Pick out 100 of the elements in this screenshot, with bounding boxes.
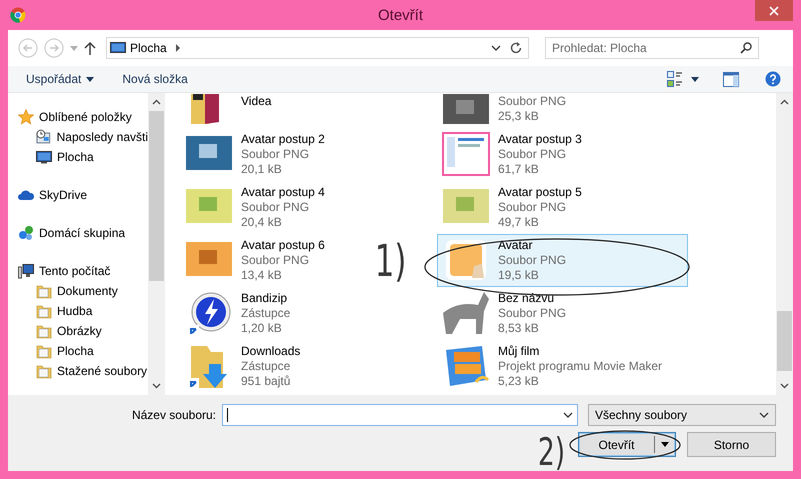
filename-field[interactable] — [222, 404, 578, 426]
organize-menu[interactable]: Uspořádat — [26, 72, 94, 86]
file-name: Avatar postup 5 — [498, 185, 582, 200]
breadcrumb[interactable]: Plocha — [130, 41, 167, 55]
sidebar-item[interactable]: Oblíbené položky — [8, 107, 148, 127]
scroll-thumb[interactable] — [777, 311, 792, 371]
file-item[interactable]: Avatar postup 6 Soubor PNG 13,4 kB — [180, 234, 328, 287]
new-folder-button[interactable]: Nová složka — [122, 72, 188, 86]
recent-places-icon — [36, 129, 52, 145]
file-size: 61,7 kB — [498, 162, 540, 177]
file-size: 1,20 kB — [241, 321, 283, 336]
preview-pane-icon[interactable] — [723, 72, 739, 86]
file-size: 8,53 kB — [498, 321, 540, 336]
dropdown-icon[interactable] — [491, 45, 501, 51]
file-size: 951 bajtů — [241, 374, 292, 389]
caret-icon — [661, 442, 669, 447]
network-icon — [18, 225, 34, 241]
refresh-icon[interactable] — [509, 41, 523, 55]
open-button[interactable]: Otevřít — [578, 432, 676, 457]
file-item[interactable]: Videa — [180, 93, 274, 128]
file-type: Zástupce — [241, 359, 292, 374]
file-item[interactable]: Bandizip Zástupce 1,20 kB — [180, 287, 294, 340]
file-type: Soubor PNG — [498, 147, 568, 162]
sidebar-item[interactable]: Domácí skupina — [8, 223, 148, 243]
file-type: Soubor PNG — [498, 94, 566, 109]
scroll-up-icon[interactable] — [780, 99, 789, 105]
help-icon[interactable] — [765, 71, 781, 87]
file-item[interactable]: Můj film Projekt programu Movie Maker 5,23 kB — [437, 340, 666, 393]
file-size: 5,23 kB — [498, 374, 540, 389]
folder-icon — [36, 283, 52, 299]
file-name: Downloads — [241, 344, 300, 359]
address-bar[interactable]: Plocha — [106, 37, 529, 59]
file-item[interactable]: Bez názvu Soubor PNG 8,53 kB — [437, 287, 570, 340]
scrollbar[interactable] — [148, 93, 165, 395]
file-item[interactable]: Soubor PNG 25,3 kB — [437, 93, 570, 128]
search-field[interactable]: Prohledat: Plocha — [545, 37, 759, 59]
monitor-icon — [110, 42, 126, 54]
file-size: 13,4 kB — [241, 268, 283, 283]
file-name: Avatar — [498, 238, 534, 253]
file-name: Avatar postup 6 — [241, 238, 325, 253]
handwritten-note: 1) — [374, 240, 406, 284]
dropdown-icon — [563, 412, 573, 418]
close-button[interactable] — [755, 0, 793, 21]
file-item[interactable]: Avatar postup 5 Soubor PNG 49,7 kB — [437, 181, 585, 234]
computer-icon — [18, 263, 34, 279]
file-name: Avatar postup 4 — [241, 185, 325, 200]
file-name: Avatar postup 3 — [498, 132, 582, 147]
file-type: Soubor PNG — [241, 147, 310, 162]
file-size: 20,1 kB — [241, 162, 283, 177]
window-title: Otevřít — [378, 6, 423, 24]
file-type: Soubor PNG — [498, 200, 568, 215]
sidebar-item[interactable]: Dokumenty — [8, 281, 148, 301]
sidebar-item[interactable]: SkyDrive — [8, 185, 148, 205]
file-type: Projekt programu Movie Maker — [498, 359, 662, 374]
caret-icon — [86, 76, 94, 82]
scroll-down-icon[interactable] — [152, 383, 161, 389]
file-name: Bandizip — [241, 291, 288, 306]
scrollbar[interactable] — [776, 93, 793, 395]
sidebar-item[interactable]: Naposledy navšti — [8, 127, 148, 147]
up-arrow-icon[interactable] — [84, 41, 96, 55]
dropdown-icon — [759, 412, 769, 418]
scroll-thumb[interactable] — [149, 111, 164, 281]
file-name: Avatar postup 2 — [241, 132, 325, 147]
file-name: Bez názvu — [498, 291, 556, 306]
folder-icon — [36, 363, 52, 379]
field-label: Název souboru: — [132, 408, 216, 422]
file-size: 49,7 kB — [498, 215, 540, 230]
view-icon[interactable] — [667, 71, 683, 87]
file-type: Soubor PNG — [241, 200, 310, 215]
folder-icon — [36, 303, 52, 319]
sidebar-item[interactable]: Plocha — [8, 341, 148, 361]
file-type: Soubor PNG — [498, 306, 566, 321]
file-size: 19,5 kB — [498, 268, 540, 283]
scroll-down-icon[interactable] — [780, 383, 789, 389]
file-item[interactable]: Avatar postup 2 Soubor PNG 20,1 kB — [180, 128, 328, 181]
sidebar-item[interactable]: Tento počítač — [8, 261, 148, 281]
folder-icon — [36, 323, 52, 339]
monitor-icon — [36, 149, 52, 165]
file-name: Můj film — [498, 344, 540, 359]
file-size: 20,4 kB — [241, 215, 283, 230]
sidebar-item[interactable]: Obrázky — [8, 321, 148, 341]
file-item[interactable]: Downloads Zástupce 951 bajtů — [180, 340, 304, 393]
sidebar-item[interactable]: Hudba — [8, 301, 148, 321]
sidebar-item[interactable]: Stažené soubory — [8, 361, 148, 381]
file-type: Soubor PNG — [498, 253, 566, 268]
scroll-up-icon[interactable] — [152, 99, 161, 105]
file-item[interactable]: Avatar postup 4 Soubor PNG 20,4 kB — [180, 181, 328, 234]
sidebar-item[interactable]: Plocha — [8, 147, 148, 167]
file-size: 25,3 kB — [498, 109, 540, 124]
cancel-button[interactable]: Storno — [687, 432, 776, 457]
file-name: Videa — [241, 94, 272, 109]
file-item[interactable]: Avatar Soubor PNG 19,5 kB — [437, 234, 688, 287]
handwritten-note: 2) — [538, 433, 566, 471]
star-icon — [18, 109, 34, 125]
close-icon — [769, 6, 779, 16]
file-type: Soubor PNG — [241, 253, 310, 268]
file-type-dropdown[interactable]: Všechny soubory — [588, 404, 776, 426]
caret-icon[interactable] — [691, 76, 699, 82]
file-item[interactable]: Avatar postup 3 Soubor PNG 61,7 kB — [437, 128, 585, 181]
folder-icon — [36, 343, 52, 359]
